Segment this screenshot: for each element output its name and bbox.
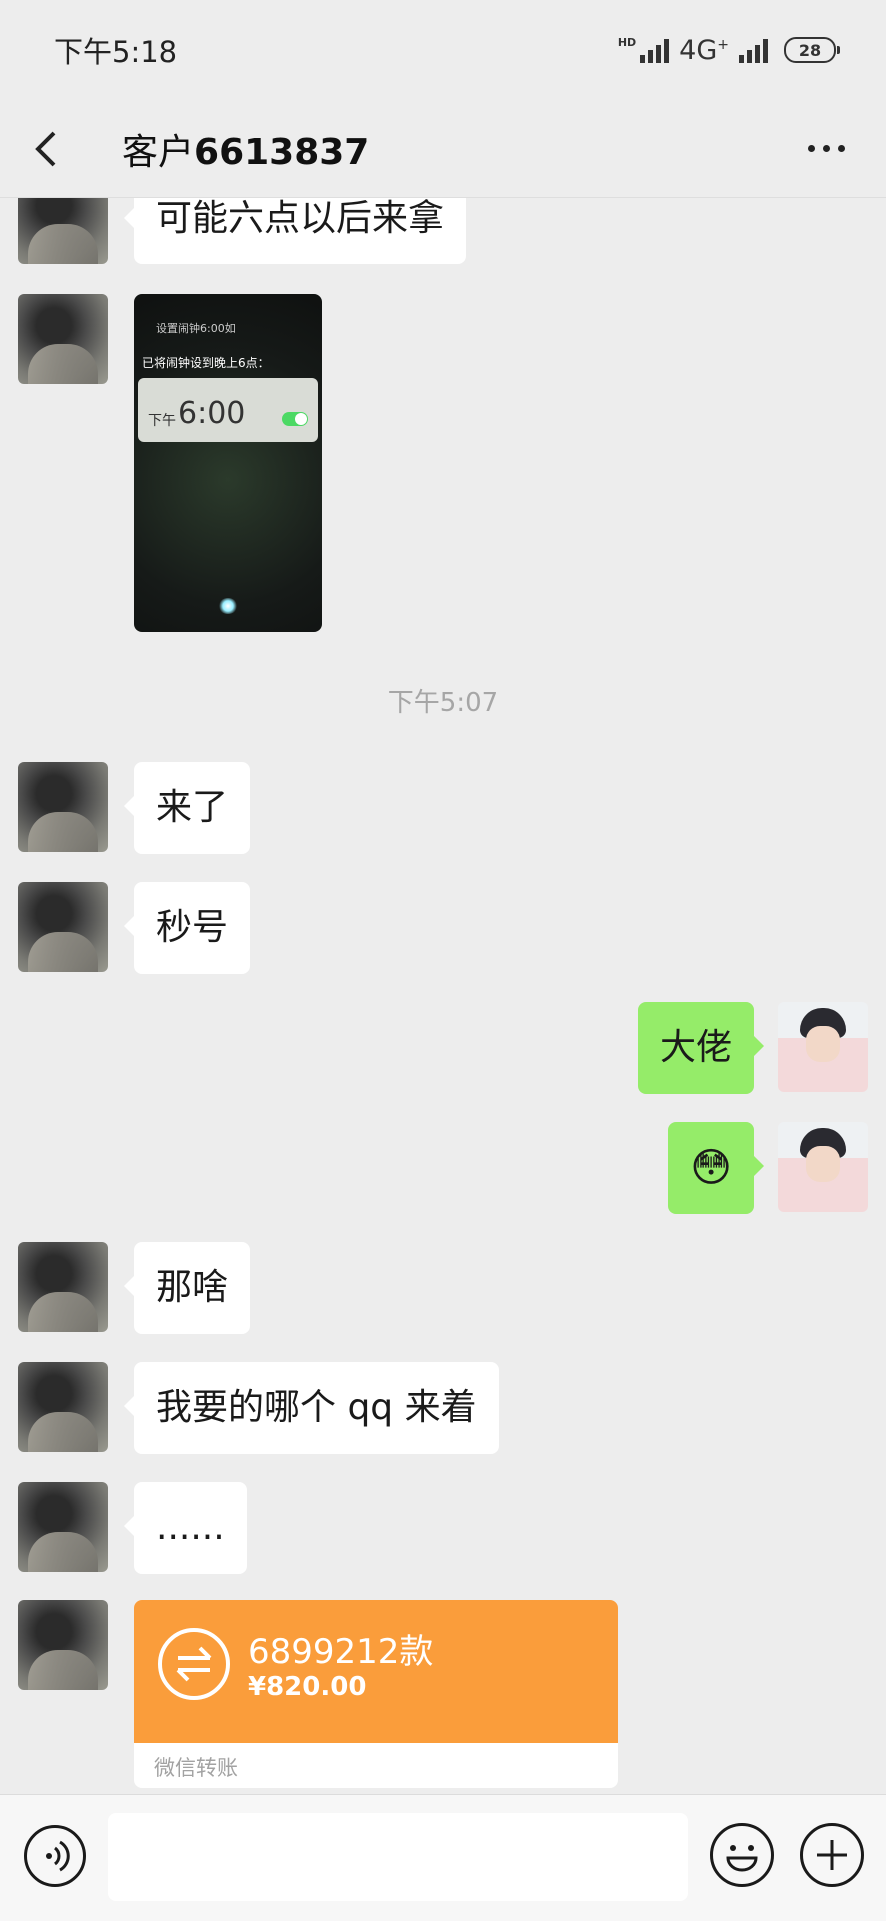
contact-avatar[interactable] [18,1600,108,1690]
plus-icon [817,1840,847,1870]
alarm-card: 下午 6:00 [138,378,318,442]
more-button[interactable] [796,119,856,179]
chat-area[interactable]: 可能六点以后来拿 设置闹钟6:00如 已将闹钟设到晚上6点： 下午 6:00 下… [0,0,886,1920]
siri-icon [218,598,238,614]
transfer-name: 6899212款 [248,1632,434,1672]
self-avatar[interactable] [778,1002,868,1092]
voice-button[interactable] [24,1825,86,1887]
transfer-footer: 微信转账 [154,1756,238,1780]
message-bubble-left[interactable]: 那啥 [123,1242,251,1334]
chat-title: 客户6613837 [122,131,370,173]
message-bubble-right[interactable]: 大佬 [637,1002,765,1094]
transfer-icon [158,1628,230,1700]
input-bar [0,1794,886,1921]
contact-avatar[interactable] [18,1242,108,1332]
message-timestamp: 下午5:07 [387,688,499,718]
smiley-icon [726,1845,758,1872]
chat-header: 客户6613837 [0,100,886,198]
contact-avatar[interactable] [18,762,108,852]
contact-avatar[interactable] [18,294,108,384]
image-message[interactable]: 设置闹钟6:00如 已将闹钟设到晚上6点： 下午 6:00 [134,294,322,632]
message-input[interactable] [108,1813,688,1901]
message-bubble-left[interactable]: 我要的哪个 qq 来着 [124,1362,499,1454]
transfer-message[interactable]: 6899212款 ¥820.00 微信转账 [134,1600,618,1788]
contact-avatar[interactable] [18,882,108,972]
message-bubble-left[interactable]: ...... [124,1482,247,1574]
message-bubble-right[interactable]: 😳 [668,1122,764,1214]
message-bubble-left[interactable]: 秒号 [123,882,251,974]
emoji-button[interactable] [710,1823,774,1887]
back-button[interactable] [30,119,90,179]
more-icon [807,145,815,152]
toggle-icon [282,412,308,426]
transfer-amount: ¥820.00 [248,1672,367,1702]
message-bubble-left[interactable]: 来了 [123,762,251,854]
more-functions-button[interactable] [800,1823,864,1887]
voice-icon [46,1840,70,1872]
self-avatar[interactable] [778,1122,868,1212]
chevron-left-icon [35,131,56,166]
contact-avatar[interactable] [18,1362,108,1452]
contact-avatar[interactable] [18,1482,108,1572]
